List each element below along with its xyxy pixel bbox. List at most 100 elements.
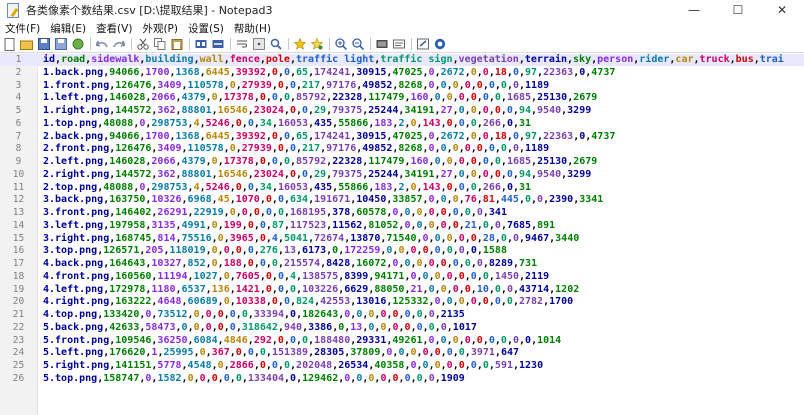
editor-line: 14 3.left.png,197958,3135,4991,0,199,0,0,…	[0, 220, 804, 232]
line-text[interactable]: 3.right.png,168745,814,75516,0,3965,0,4,…	[43, 233, 579, 245]
redo-icon[interactable]	[111, 37, 126, 51]
save-as-icon[interactable]	[53, 37, 68, 51]
line-number: 16	[12, 245, 25, 257]
editor-line: 6 1.top.png,48088,0,298753,4,5246,0,0,34,…	[0, 118, 804, 130]
view-whitespace-icon[interactable]	[251, 37, 266, 51]
export-icon[interactable]	[415, 37, 430, 51]
schema-icon[interactable]	[374, 37, 389, 51]
editor-line: 24 5.left.png,176620,1,25995,0,367,0,0,0,…	[0, 347, 804, 359]
line-text[interactable]: 3.top.png,126571,205,118019,0,0,0,0,276,…	[43, 245, 507, 257]
editor-line: 3 1.front.png,126476,3409,110578,0,27939,…	[0, 80, 804, 92]
line-number: 12	[12, 194, 25, 206]
line-number: 13	[12, 207, 25, 218]
line-text[interactable]: 3.front.png,146402,26291,22919,0,0,0,0,0…	[43, 207, 507, 219]
line-text[interactable]: 2.back.png,94066,1700,1368,6445,39392,0,…	[43, 131, 615, 143]
menu-file[interactable]: 文件(F)	[0, 21, 45, 36]
line-text[interactable]: 4.front.png,160560,11194,1027,0,7605,0,0…	[43, 271, 549, 283]
minimize-button[interactable]: —	[672, 0, 716, 20]
line-number: 19	[12, 283, 25, 295]
line-number: 10	[12, 168, 25, 180]
line-text[interactable]: 2.right.png,144572,362,88801,16546,23024…	[43, 169, 591, 181]
menu-edit[interactable]: 编辑(E)	[45, 21, 91, 36]
toolbar-separator	[230, 38, 231, 50]
zoom-out-icon[interactable]	[350, 37, 365, 51]
line-number: 26	[12, 372, 25, 384]
line-text[interactable]: 1.back.png,94066,1700,1368,6445,39392,0,…	[43, 67, 615, 79]
line-number: 18	[12, 270, 25, 282]
open-file-icon[interactable]	[19, 37, 34, 51]
line-text[interactable]: 5.front.png,109546,36250,6084,4846,292,0…	[43, 335, 561, 347]
line-number: 4	[15, 92, 22, 104]
editor-line: 9 2.left.png,146028,2066,4379,0,17378,0,0…	[0, 156, 804, 168]
line-number: 22	[12, 321, 25, 333]
add-favorite-icon[interactable]	[292, 37, 307, 51]
editor-area[interactable]: 1 id,road,sidewalk,building,wall,fence,po…	[0, 52, 804, 415]
line-text[interactable]: id,road,sidewalk,building,wall,fence,pol…	[43, 54, 784, 66]
line-text[interactable]: 5.back.png,42633,58473,0,0,0,0,0,318642,…	[43, 322, 477, 334]
menu-help[interactable]: 帮助(H)	[229, 21, 276, 36]
replace-icon[interactable]	[210, 37, 225, 51]
save-icon[interactable]	[36, 37, 51, 51]
line-number: 14	[12, 219, 25, 231]
notepad3-app-icon	[6, 3, 20, 18]
line-text[interactable]: 4.back.png,164643,10327,852,0,188,0,0,0,…	[43, 258, 537, 270]
title-bar: 各类像素个数结果.csv [D:\提取结果] - Notepad3 — ☐ ✕	[0, 0, 804, 20]
line-text[interactable]: 1.front.png,126476,3409,110578,0,27939,0…	[43, 80, 549, 92]
editor-line: 15 3.right.png,168745,814,75516,0,3965,0,…	[0, 233, 804, 245]
find-icon[interactable]	[193, 37, 208, 51]
browse-icon[interactable]	[70, 37, 85, 51]
editor-line: 19 4.left.png,172978,1180,6537,136,1421,0…	[0, 284, 804, 296]
new-file-icon[interactable]	[2, 37, 17, 51]
schema-config-icon[interactable]	[391, 37, 406, 51]
line-number: 23	[12, 334, 25, 346]
editor-line: 11 2.top.png,48088,0,298753,4,5246,0,0,34…	[0, 182, 804, 194]
menu-settings[interactable]: 设置(S)	[183, 21, 229, 36]
editor-line: 26 5.top.png,158747,0,1582,0,0,0,0,0,1334…	[0, 373, 804, 385]
undo-icon[interactable]	[94, 37, 109, 51]
toolbar-separator	[288, 38, 289, 50]
line-number: 20	[12, 296, 25, 308]
menu-appearance[interactable]: 外观(P)	[137, 21, 183, 36]
toolbar-separator	[131, 38, 132, 50]
line-text[interactable]: 1.right.png,144572,362,88801,16546,23024…	[43, 105, 591, 117]
about-icon[interactable]	[432, 37, 447, 51]
line-text[interactable]: 3.back.png,163750,10326,6968,45,1070,0,0…	[43, 194, 603, 206]
editor-line: 1 id,road,sidewalk,building,wall,fence,po…	[0, 54, 804, 66]
editor-line: 21 4.top.png,133420,0,73512,0,0,0,0,0,333…	[0, 309, 804, 321]
favorites-icon[interactable]	[309, 37, 324, 51]
window-controls: — ☐ ✕	[672, 0, 804, 20]
maximize-button[interactable]: ☐	[716, 0, 760, 20]
line-text[interactable]: 4.top.png,133420,0,73512,0,0,0,0,0,33394…	[43, 309, 465, 321]
line-text[interactable]: 4.left.png,172978,1180,6537,136,1421,0,0…	[43, 284, 579, 296]
cut-icon[interactable]	[135, 37, 150, 51]
editor-line: 16 3.top.png,126571,205,118019,0,0,0,0,27…	[0, 245, 804, 257]
paste-icon[interactable]	[169, 37, 184, 51]
line-text[interactable]: 2.left.png,146028,2066,4379,0,17378,0,0,…	[43, 156, 597, 168]
editor-line: 25 5.right.png,141151,5778,4548,0,2866,0,…	[0, 360, 804, 372]
line-text[interactable]: 1.top.png,48088,0,298753,4,5246,0,0,34,1…	[43, 118, 531, 130]
line-text[interactable]: 5.left.png,176620,1,25995,0,367,0,0,0,15…	[43, 347, 519, 359]
line-text[interactable]: 5.right.png,141151,5778,4548,0,2866,0,0,…	[43, 360, 543, 372]
menu-view[interactable]: 查看(V)	[91, 21, 137, 36]
editor-line: 20 4.right.png,163222,4648,60689,0,10338,…	[0, 296, 804, 308]
line-text[interactable]: 3.left.png,197958,3135,4991,0,199,0,0,87…	[43, 220, 555, 232]
line-text[interactable]: 2.front.png,126476,3409,110578,0,27939,0…	[43, 143, 549, 155]
line-number: 3	[15, 79, 22, 91]
zoom-in-icon[interactable]	[333, 37, 348, 51]
line-text[interactable]: 5.top.png,158747,0,1582,0,0,0,0,0,133404…	[43, 373, 465, 385]
toolbar-separator	[370, 38, 371, 50]
line-text[interactable]: 1.left.png,146028,2066,4379,0,17378,0,0,…	[43, 92, 597, 104]
line-number: 8	[15, 143, 22, 155]
close-button[interactable]: ✕	[760, 0, 804, 20]
copy-icon[interactable]	[152, 37, 167, 51]
editor-line: 12 3.back.png,163750,10326,6968,45,1070,0…	[0, 194, 804, 206]
line-text[interactable]: 4.right.png,163222,4648,60689,0,10338,0,…	[43, 296, 573, 308]
word-wrap-icon[interactable]	[234, 37, 249, 51]
toolbar-separator	[90, 38, 91, 50]
view-eol-icon[interactable]	[268, 37, 283, 51]
line-number: 1	[15, 54, 22, 65]
line-number: 2	[15, 66, 22, 78]
editor-line: 22 5.back.png,42633,58473,0,0,0,0,0,31864…	[0, 322, 804, 334]
line-number: 7	[15, 130, 22, 142]
line-text[interactable]: 2.top.png,48088,0,298753,4,5246,0,0,34,1…	[43, 182, 531, 194]
